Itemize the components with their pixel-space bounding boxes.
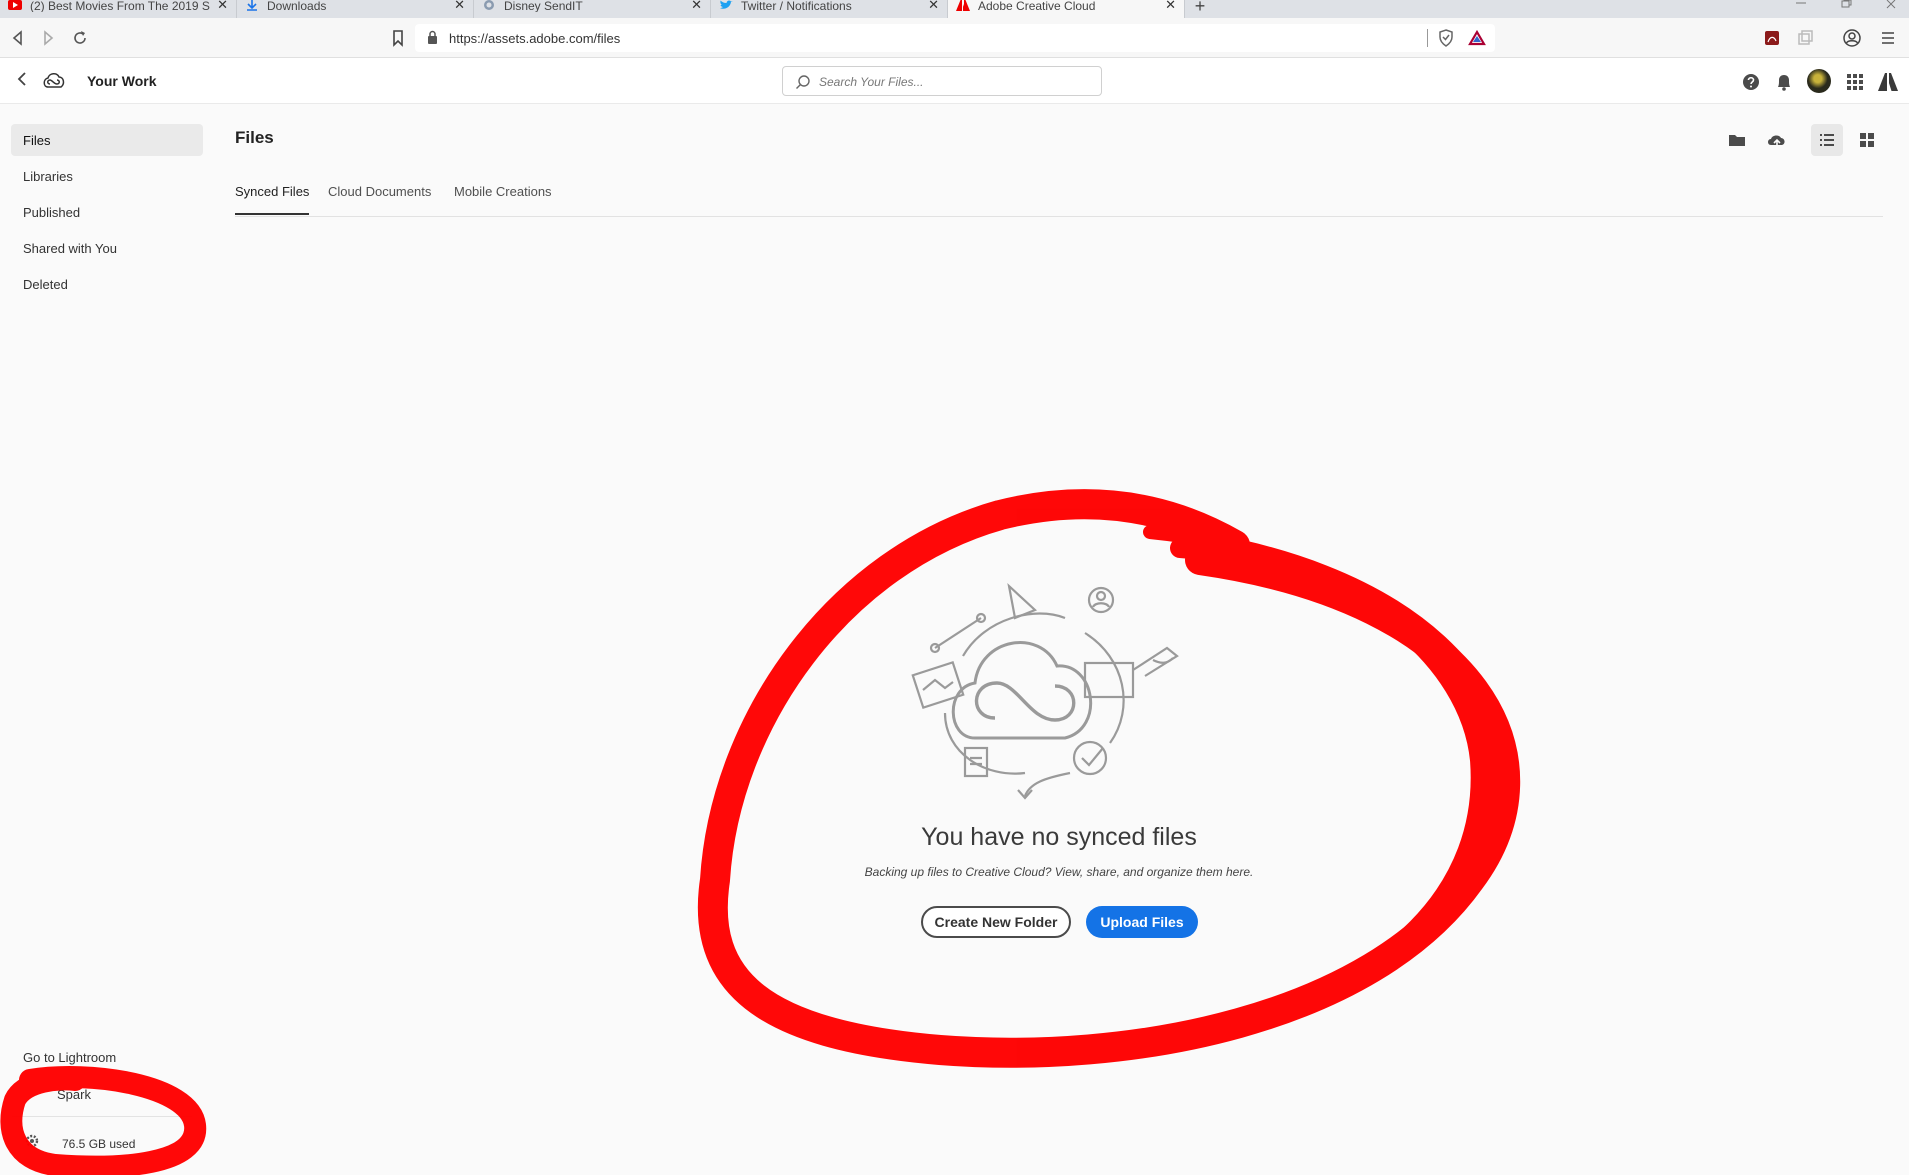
bookmark-icon[interactable]: [388, 28, 408, 48]
address-bar[interactable]: https://assets.adobe.com/files: [415, 24, 1495, 52]
search-icon: [796, 75, 810, 89]
gear-icon[interactable]: [24, 1133, 40, 1149]
reload-icon[interactable]: [70, 28, 90, 48]
list-view-icon[interactable]: [1811, 124, 1843, 156]
lock-icon: [428, 30, 437, 44]
page-title: Your Work: [87, 73, 157, 89]
avatar[interactable]: [1807, 69, 1831, 93]
sidebar-item-files[interactable]: Files: [11, 124, 203, 156]
sidebar-item-libraries[interactable]: Libraries: [11, 160, 203, 192]
download-icon: [247, 0, 257, 11]
spark-link[interactable]: Spark: [57, 1087, 91, 1102]
close-icon[interactable]: ✕: [928, 0, 939, 11]
twitter-icon: [720, 0, 733, 9]
tab-title: Disney SendIT: [504, 0, 583, 12]
tab-mobile-creations[interactable]: Mobile Creations: [454, 184, 552, 213]
tab-title: (2) Best Movies From The 2019 Su: [30, 0, 210, 12]
creative-cloud-icon[interactable]: [42, 71, 66, 91]
empty-state-subtitle: Backing up files to Creative Cloud? View…: [864, 865, 1254, 879]
browser-tab-adobe[interactable]: Adobe Creative Cloud ✕: [948, 0, 1185, 18]
browser-toolbar: https://assets.adobe.com/files: [0, 18, 1909, 58]
app-header: Your Work: [0, 58, 1909, 104]
section-title: Files: [235, 128, 274, 147]
menu-icon[interactable]: [1878, 28, 1898, 48]
new-tab-button[interactable]: +: [1185, 0, 1215, 18]
browser-tab-disney[interactable]: Disney SendIT ✕: [474, 0, 711, 18]
empty-sync-illustration-icon: [911, 582, 1179, 800]
browser-tab-youtube[interactable]: (2) Best Movies From The 2019 Su ✕: [0, 0, 237, 18]
search-box: [782, 66, 1102, 96]
adobe-icon: [956, 0, 970, 11]
bell-icon[interactable]: [1773, 71, 1795, 93]
sidebar-item-deleted[interactable]: Deleted: [11, 268, 203, 300]
triangle-rewards-icon[interactable]: [1467, 28, 1487, 48]
tab-title: Adobe Creative Cloud: [978, 0, 1096, 12]
folder-icon[interactable]: [1721, 124, 1753, 156]
sidebar-item-shared[interactable]: Shared with You: [11, 232, 203, 264]
close-icon[interactable]: ✕: [217, 0, 228, 11]
grid-view-icon[interactable]: [1851, 124, 1883, 156]
chevron-left-icon[interactable]: [14, 70, 30, 88]
pdf-extension-icon[interactable]: [1762, 28, 1782, 48]
divider: [12, 1116, 192, 1117]
restore-icon[interactable]: [1840, 0, 1852, 10]
search-input[interactable]: [819, 73, 1089, 91]
forward-icon[interactable]: [38, 28, 58, 48]
cloud-upload-icon[interactable]: [1761, 124, 1793, 156]
browser-tab-strip: (2) Best Movies From The 2019 Su ✕ Downl…: [0, 0, 1909, 18]
sidebar: Files Libraries Published Shared with Yo…: [0, 104, 216, 1175]
url-text: https://assets.adobe.com/files: [449, 31, 621, 46]
close-icon[interactable]: ✕: [691, 0, 702, 11]
create-new-folder-button[interactable]: Create New Folder: [921, 906, 1071, 938]
back-icon[interactable]: [8, 28, 28, 48]
empty-state-title: You have no synced files: [921, 823, 1197, 851]
help-icon[interactable]: [1740, 71, 1762, 93]
tab-title: Downloads: [267, 0, 327, 12]
apps-grid-icon[interactable]: [1844, 71, 1866, 93]
browser-tab-downloads[interactable]: Downloads ✕: [237, 0, 474, 18]
close-icon[interactable]: ✕: [454, 0, 465, 11]
minimize-icon[interactable]: [1795, 0, 1807, 10]
file-tabs: Synced Files Cloud Documents Mobile Crea…: [235, 182, 1883, 217]
extension-icon[interactable]: [1795, 28, 1815, 48]
upload-files-button[interactable]: Upload Files: [1086, 906, 1198, 938]
close-icon[interactable]: ✕: [1165, 0, 1176, 11]
youtube-icon: [8, 0, 22, 10]
tab-synced-files[interactable]: Synced Files: [235, 184, 310, 215]
globe-icon: [484, 0, 494, 10]
profile-icon[interactable]: [1842, 28, 1862, 48]
storage-usage: 76.5 GB used: [62, 1137, 136, 1151]
shield-icon[interactable]: [1436, 28, 1456, 48]
divider: [1427, 29, 1428, 47]
sidebar-item-published[interactable]: Published: [11, 196, 203, 228]
tab-title: Twitter / Notifications: [741, 0, 852, 12]
adobe-logo-icon[interactable]: [1877, 71, 1899, 93]
go-to-lightroom-link[interactable]: Go to Lightroom: [23, 1050, 116, 1065]
browser-tab-twitter[interactable]: Twitter / Notifications ✕: [711, 0, 948, 18]
window-close-icon[interactable]: [1885, 0, 1897, 10]
tab-cloud-documents[interactable]: Cloud Documents: [328, 184, 431, 213]
